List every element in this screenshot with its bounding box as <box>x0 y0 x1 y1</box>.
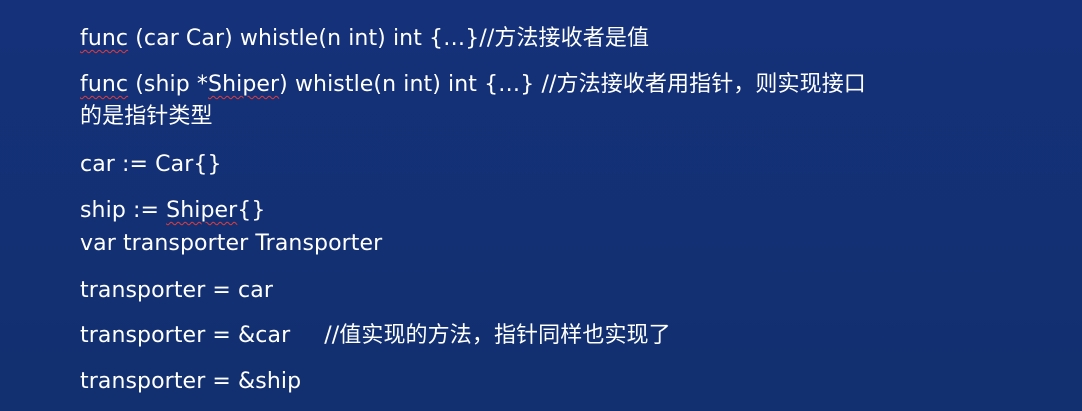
code-line-5: ship := Shiper{} <box>80 196 266 226</box>
code-line-6-text: var transporter Transporter <box>80 231 383 256</box>
keyword-func: func <box>80 26 129 51</box>
code-line-4-text: car := Car{} <box>80 152 222 177</box>
code-line-1: func (car Car) whistle(n int) int {…}//方… <box>80 24 649 54</box>
code-line-6: var transporter Transporter <box>80 229 382 259</box>
code-line-8: transporter = &car //值实现的方法，指针同样也实现了 <box>80 321 671 351</box>
code-line-7-text: transporter = car <box>80 278 273 303</box>
code-line-1-text: (car Car) whistle(n int) int {…}//方法接收者是… <box>128 26 650 51</box>
keyword-func: func <box>80 72 129 97</box>
code-line-4: car := Car{} <box>80 150 222 180</box>
code-line-2-part-2: ) whistle(n int) int {…} //方法接收者用指针，则实现接… <box>279 72 866 97</box>
code-line-9-text: transporter = &ship <box>80 369 302 394</box>
code-line-3: 的是指针类型 <box>80 102 213 132</box>
code-line-5-post: {} <box>237 198 266 223</box>
type-shiper: Shiper <box>208 72 280 97</box>
code-slide: func (car Car) whistle(n int) int {…}//方… <box>0 0 1082 411</box>
code-line-9: transporter = &ship <box>80 367 301 397</box>
code-line-2-part-1: (ship * <box>128 72 208 97</box>
code-line-2: func (ship *Shiper) whistle(n int) int {… <box>80 70 866 100</box>
type-shiper: Shiper <box>166 198 238 223</box>
code-line-7: transporter = car <box>80 276 273 306</box>
code-line-8-code: transporter = &car <box>80 323 291 348</box>
code-line-5-pre: ship := <box>80 198 167 223</box>
code-line-8-comment: //值实现的方法，指针同样也实现了 <box>324 323 671 348</box>
code-line-3-text: 的是指针类型 <box>80 104 213 129</box>
